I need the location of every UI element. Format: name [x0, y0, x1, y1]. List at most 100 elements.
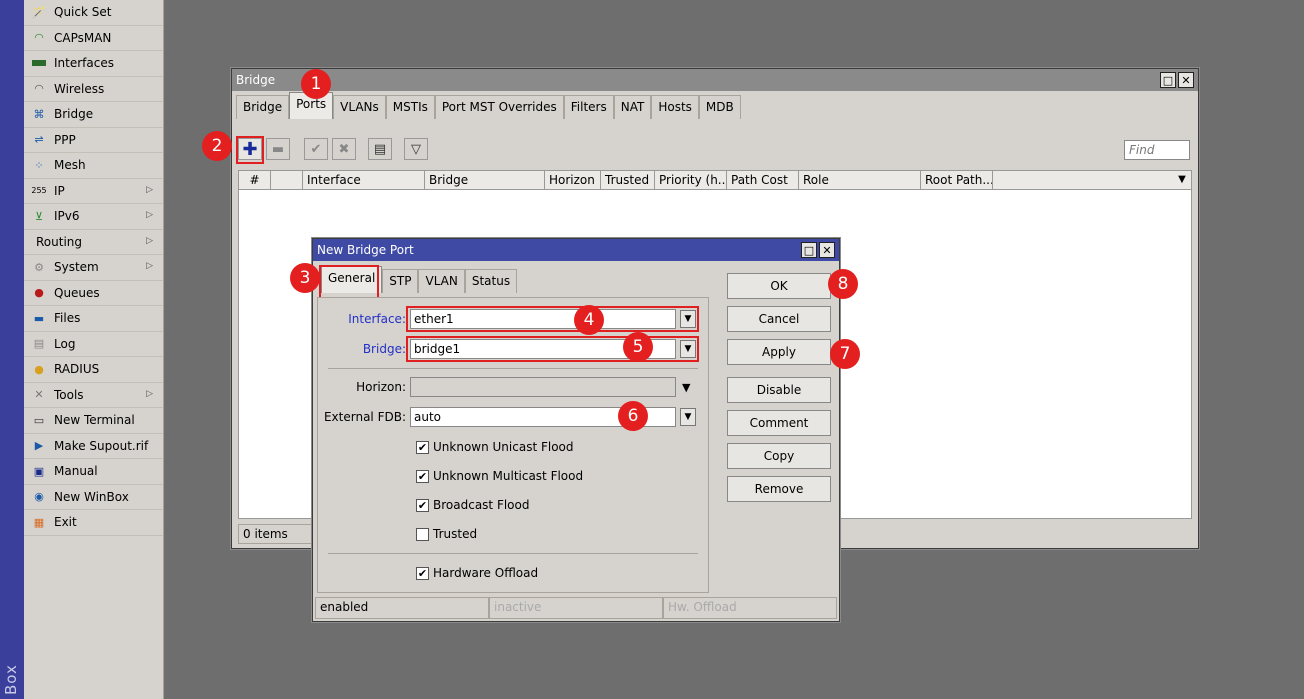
annotation-badge-5: 5 — [623, 332, 653, 362]
apply-button[interactable]: Apply — [727, 339, 831, 365]
sidebar-item-make-supout[interactable]: ▶ Make Supout.rif — [24, 434, 163, 459]
checkbox-checked-icon[interactable]: ✔ — [416, 440, 429, 454]
tab-hosts[interactable]: Hosts — [651, 95, 699, 119]
add-button[interactable]: ✚ — [238, 138, 262, 160]
bridge-window-titlebar[interactable]: Bridge □ ✕ — [232, 69, 1198, 91]
sidebar-item-log[interactable]: ▤ Log — [24, 332, 163, 357]
dropdown-arrow-icon[interactable]: ▼ — [680, 408, 696, 426]
column-header[interactable]: Priority (h... — [655, 171, 727, 189]
horizon-label: Horizon: — [356, 380, 406, 394]
interface-select[interactable]: ether1 — [410, 309, 676, 329]
cancel-button[interactable]: Cancel — [727, 306, 831, 332]
sidebar-item-ppp[interactable]: ⇌ PPP — [24, 128, 163, 153]
column-header[interactable]: Horizon — [545, 171, 601, 189]
disable-button[interactable]: Disable — [727, 377, 831, 403]
sidebar-item-quick-set[interactable]: 🪄 Quick Set — [24, 0, 163, 26]
column-header[interactable]: # — [239, 171, 271, 189]
column-chooser-icon[interactable]: ▼ — [1173, 171, 1191, 189]
enable-button[interactable]: ✔ — [304, 138, 328, 160]
column-header[interactable] — [271, 171, 303, 189]
sidebar-item-tools[interactable]: ✕ Tools ▷ — [24, 383, 163, 408]
close-icon[interactable]: ✕ — [819, 242, 835, 258]
sidebar-item-wireless[interactable]: ◠ Wireless — [24, 77, 163, 102]
sidebar-item-new-terminal[interactable]: ▭ New Terminal — [24, 408, 163, 434]
maximize-icon[interactable]: □ — [1160, 72, 1176, 88]
submenu-arrow-icon: ▷ — [146, 184, 153, 195]
column-header[interactable]: Trusted — [601, 171, 655, 189]
checkbox-checked-icon[interactable]: ✔ — [416, 566, 429, 580]
interface-row: Interface: ether1 ▼ — [318, 309, 696, 329]
sidebar-item-interfaces[interactable]: Interfaces — [24, 51, 163, 77]
maximize-icon[interactable]: □ — [801, 242, 817, 258]
comment-button[interactable]: ▤ — [368, 138, 392, 160]
external-fdb-label: External FDB: — [323, 410, 406, 424]
tab-stp[interactable]: STP — [382, 269, 419, 293]
broadcast-flood-checkbox[interactable]: ✔ Broadcast Flood — [416, 498, 529, 512]
dialog-titlebar[interactable]: New Bridge Port □ ✕ — [313, 239, 839, 261]
hardware-offload-checkbox[interactable]: ✔ Hardware Offload — [416, 566, 538, 580]
sidebar-item-manual[interactable]: ▣ Manual — [24, 459, 163, 485]
tab-filters[interactable]: Filters — [563, 95, 614, 119]
bridge-statusbar: 0 items — [238, 524, 314, 544]
comment-button[interactable]: Comment — [727, 410, 831, 436]
sidebar-item-new-winbox[interactable]: ◉ New WinBox — [24, 485, 163, 510]
sidebar-item-bridge[interactable]: ⌘ Bridge — [24, 102, 163, 128]
column-header[interactable]: Bridge — [425, 171, 545, 189]
tab-general[interactable]: General — [321, 266, 383, 293]
dropdown-arrow-icon[interactable]: ▼ — [682, 381, 690, 394]
checkbox-unchecked-icon[interactable] — [416, 527, 429, 541]
tools-icon: ✕ — [34, 388, 44, 402]
trusted-checkbox[interactable]: Trusted — [416, 527, 477, 541]
supout-icon: ▶ — [34, 439, 44, 453]
tab-mstis[interactable]: MSTIs — [385, 95, 435, 119]
tab-mdb[interactable]: MDB — [698, 95, 741, 119]
checkbox-checked-icon[interactable]: ✔ — [416, 498, 429, 512]
status-enabled: enabled — [315, 597, 489, 619]
column-header[interactable]: Interface — [303, 171, 425, 189]
sidebar-item-routing[interactable]: Routing ▷ — [24, 230, 163, 255]
remove-button[interactable]: Remove — [727, 476, 831, 502]
column-header-filler — [993, 171, 1173, 189]
disable-button[interactable]: ✖ — [332, 138, 356, 160]
sidebar-item-exit[interactable]: ▦ Exit — [24, 510, 163, 536]
sidebar-item-mesh[interactable]: ⁘ Mesh — [24, 153, 163, 179]
submenu-arrow-icon: ▷ — [146, 210, 153, 220]
tab-vlans[interactable]: VLANs — [333, 95, 386, 119]
find-input[interactable]: Find — [1124, 140, 1190, 160]
tab-port-mst-overrides[interactable]: Port MST Overrides — [434, 95, 564, 119]
filter-icon[interactable]: ▽ — [404, 138, 428, 160]
horizon-input[interactable] — [410, 377, 676, 397]
sidebar-item-radius[interactable]: ● RADIUS — [24, 357, 163, 383]
column-header[interactable]: Role — [799, 171, 921, 189]
terminal-icon: ▭ — [33, 413, 45, 427]
interfaces-icon — [30, 56, 48, 70]
close-icon[interactable]: ✕ — [1178, 72, 1194, 88]
wand-icon: 🪄 — [32, 5, 46, 19]
sidebar-menu: 🪄 Quick Set ◠ CAPsMAN Interfaces ◠ Wireless… — [24, 0, 164, 699]
dropdown-arrow-icon[interactable]: ▼ — [680, 310, 696, 328]
tab-bridge[interactable]: Bridge — [236, 95, 290, 119]
checkbox-checked-icon[interactable]: ✔ — [416, 469, 429, 483]
tab-nat[interactable]: NAT — [613, 95, 652, 119]
sidebar-item-capsman[interactable]: ◠ CAPsMAN — [24, 26, 163, 51]
copy-button[interactable]: Copy — [727, 443, 831, 469]
column-header[interactable]: Path Cost — [727, 171, 799, 189]
dropdown-arrow-icon[interactable]: ▼ — [680, 340, 696, 358]
ipv6-icon: ⊻ — [34, 209, 44, 223]
sidebar-item-system[interactable]: ⚙ System ▷ — [24, 255, 163, 281]
tab-status[interactable]: Status — [464, 269, 518, 293]
ok-button[interactable]: OK — [727, 273, 831, 299]
sidebar-item-queues[interactable]: ● Queues — [24, 281, 163, 306]
sidebar-item-ipv6[interactable]: ⊻ IPv6 ▷ — [24, 204, 163, 230]
unknown-unicast-flood-checkbox[interactable]: ✔ Unknown Unicast Flood — [416, 440, 574, 454]
tab-vlan[interactable]: VLAN — [418, 269, 465, 293]
window-title: Bridge — [236, 73, 276, 87]
unknown-multicast-flood-checkbox[interactable]: ✔ Unknown Multicast Flood — [416, 469, 583, 483]
divider — [328, 368, 698, 369]
sidebar-item-files[interactable]: ▬ Files — [24, 306, 163, 332]
sidebar-item-ip[interactable]: 255 IP ▷ — [24, 179, 163, 204]
remove-button[interactable]: ▬ — [266, 138, 290, 160]
annotation-badge-3: 3 — [290, 263, 320, 293]
column-header[interactable]: Root Path... — [921, 171, 993, 189]
